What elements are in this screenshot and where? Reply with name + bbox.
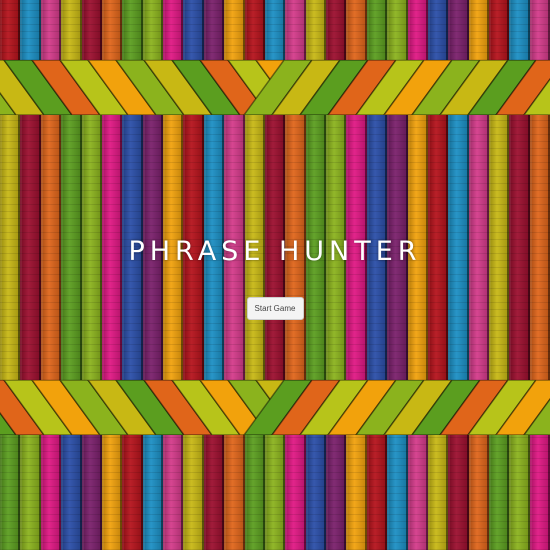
start-overlay: PHRASE HUNTER Start Game: [0, 0, 550, 550]
game-title: PHRASE HUNTER: [128, 236, 422, 267]
start-game-button[interactable]: Start Game: [246, 297, 304, 320]
game-screen: PHRASE HUNTER Start Game: [0, 0, 550, 550]
